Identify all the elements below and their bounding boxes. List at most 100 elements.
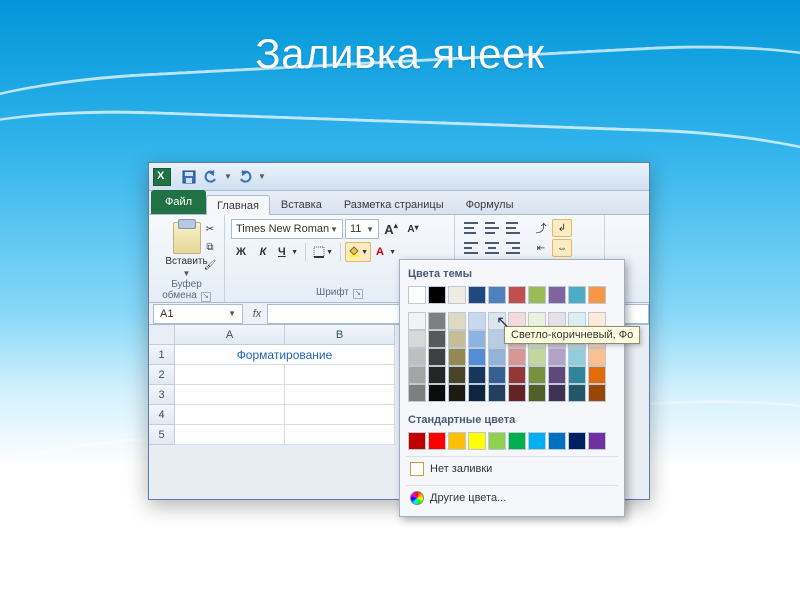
color-swatch[interactable] (468, 330, 486, 348)
color-swatch[interactable] (428, 286, 446, 304)
row-header-3[interactable]: 3 (149, 385, 175, 405)
cell[interactable] (285, 365, 395, 385)
redo-button[interactable] (235, 167, 255, 187)
align-center-button[interactable] (482, 239, 502, 257)
color-swatch[interactable] (468, 312, 486, 330)
color-swatch[interactable] (588, 366, 606, 384)
font-launcher[interactable]: ↘ (353, 289, 363, 299)
align-bottom-button[interactable] (503, 219, 523, 237)
color-swatch[interactable] (568, 286, 586, 304)
fx-icon[interactable]: fx (247, 308, 267, 320)
more-colors-option[interactable]: Другие цвета... (406, 485, 618, 510)
color-swatch[interactable] (568, 384, 586, 402)
color-swatch[interactable] (548, 286, 566, 304)
borders-button[interactable]: ▼ (310, 242, 336, 262)
color-swatch[interactable] (488, 384, 506, 402)
color-swatch[interactable] (448, 432, 466, 450)
undo-button[interactable] (201, 167, 221, 187)
merge-center-button[interactable]: ⇔ (552, 239, 572, 257)
undo-dropdown[interactable]: ▼ (223, 167, 233, 187)
qat-customize[interactable]: ▼ (257, 167, 267, 187)
color-swatch[interactable] (408, 432, 426, 450)
align-top-button[interactable] (461, 219, 481, 237)
color-swatch[interactable] (528, 348, 546, 366)
column-header-a[interactable]: A (175, 325, 285, 345)
file-tab[interactable]: Файл (151, 190, 206, 214)
color-swatch[interactable] (408, 366, 426, 384)
color-swatch[interactable] (408, 286, 426, 304)
color-swatch[interactable] (428, 312, 446, 330)
copy-button[interactable]: ⧉ (201, 239, 219, 255)
fill-color-button[interactable]: ▼ (345, 242, 371, 262)
color-swatch[interactable] (548, 366, 566, 384)
row-header-4[interactable]: 4 (149, 405, 175, 425)
color-swatch[interactable] (508, 432, 526, 450)
color-swatch[interactable] (568, 432, 586, 450)
color-swatch[interactable] (588, 384, 606, 402)
color-swatch[interactable] (428, 348, 446, 366)
color-swatch[interactable] (448, 330, 466, 348)
color-swatch[interactable] (588, 348, 606, 366)
color-swatch[interactable] (448, 348, 466, 366)
orientation-button[interactable]: ⤴ (531, 219, 551, 237)
color-swatch[interactable] (448, 384, 466, 402)
row-header-5[interactable]: 5 (149, 425, 175, 445)
color-swatch[interactable] (568, 348, 586, 366)
color-swatch[interactable] (488, 366, 506, 384)
color-swatch[interactable] (548, 432, 566, 450)
color-swatch[interactable] (528, 384, 546, 402)
color-swatch[interactable] (428, 330, 446, 348)
italic-button[interactable]: К (253, 242, 273, 262)
decrease-indent-button[interactable]: ⇤ (531, 239, 551, 257)
tab-formulas[interactable]: Формулы (455, 194, 525, 214)
color-swatch[interactable] (468, 286, 486, 304)
grow-font-button[interactable]: A▴ (381, 219, 401, 239)
save-button[interactable] (179, 167, 199, 187)
color-swatch[interactable] (408, 384, 426, 402)
color-swatch[interactable] (488, 432, 506, 450)
tab-page-layout[interactable]: Разметка страницы (333, 194, 455, 214)
color-swatch[interactable] (468, 384, 486, 402)
tab-home[interactable]: Главная (206, 195, 270, 215)
format-painter-button[interactable]: 🖌 (201, 257, 219, 273)
align-middle-button[interactable] (482, 219, 502, 237)
cell[interactable] (285, 405, 395, 425)
clipboard-launcher[interactable]: ↘ (201, 292, 211, 302)
font-name-combo[interactable]: Times New Roman▼ (231, 219, 343, 239)
name-box[interactable]: A1 ▼ (153, 304, 243, 324)
color-swatch[interactable] (468, 366, 486, 384)
tab-insert[interactable]: Вставка (270, 194, 333, 214)
color-swatch[interactable] (508, 366, 526, 384)
color-swatch[interactable] (408, 330, 426, 348)
color-swatch[interactable] (568, 366, 586, 384)
underline-button[interactable]: Ч▼ (275, 242, 301, 262)
wrap-text-button[interactable]: ↲ (552, 219, 572, 237)
font-size-combo[interactable]: 11▼ (345, 219, 379, 239)
color-swatch[interactable] (488, 348, 506, 366)
select-all-corner[interactable] (149, 325, 175, 345)
color-swatch[interactable] (448, 312, 466, 330)
cell[interactable] (175, 425, 285, 445)
color-swatch[interactable] (468, 348, 486, 366)
cell-a1[interactable]: Форматирование (175, 345, 395, 365)
color-swatch[interactable] (468, 432, 486, 450)
color-swatch[interactable] (508, 384, 526, 402)
color-swatch[interactable] (528, 286, 546, 304)
cut-button[interactable]: ✂ (201, 221, 219, 237)
cell[interactable] (175, 405, 285, 425)
no-fill-option[interactable]: Нет заливки (406, 456, 618, 481)
cell[interactable] (175, 385, 285, 405)
shrink-font-button[interactable]: A▾ (403, 219, 423, 239)
color-swatch[interactable] (428, 366, 446, 384)
color-swatch[interactable] (588, 432, 606, 450)
cell[interactable] (175, 365, 285, 385)
color-swatch[interactable] (448, 286, 466, 304)
color-swatch[interactable] (428, 384, 446, 402)
color-swatch[interactable] (408, 348, 426, 366)
color-swatch[interactable] (508, 348, 526, 366)
font-color-button[interactable]: A▼ (373, 242, 399, 262)
cell[interactable] (285, 385, 395, 405)
color-swatch[interactable] (408, 312, 426, 330)
bold-button[interactable]: Ж (231, 242, 251, 262)
align-right-button[interactable] (503, 239, 523, 257)
